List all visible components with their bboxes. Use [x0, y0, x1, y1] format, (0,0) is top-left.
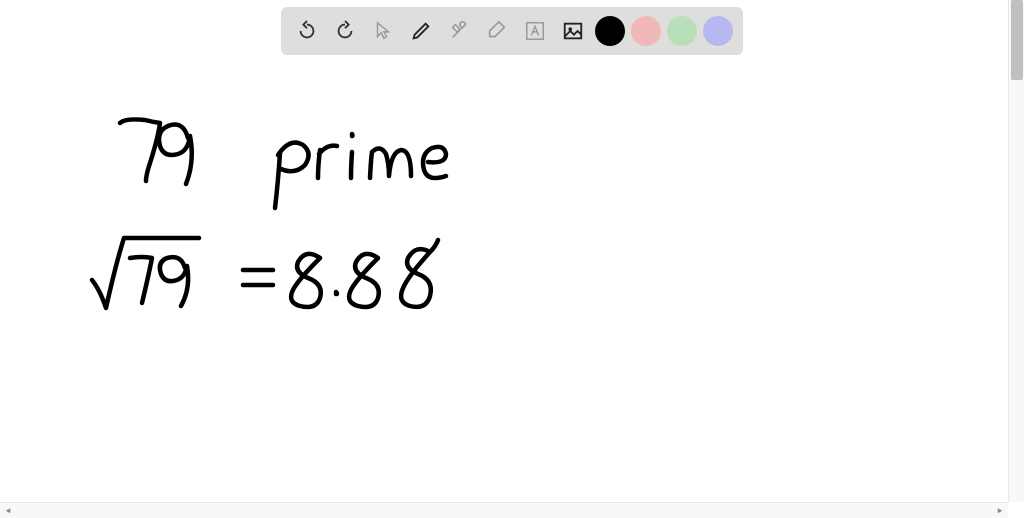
color-swatch-pink[interactable] [631, 16, 661, 46]
handwriting-layer [0, 0, 1008, 502]
horizontal-scrollbar[interactable]: ◄ ► [0, 502, 1008, 518]
color-swatch-green[interactable] [667, 16, 697, 46]
image-button[interactable] [557, 15, 589, 47]
eraser-icon [486, 20, 508, 42]
vertical-scrollbar-thumb[interactable] [1011, 0, 1023, 80]
pencil-icon [410, 20, 432, 42]
pointer-button[interactable] [367, 15, 399, 47]
drawing-canvas[interactable] [0, 0, 1008, 502]
eraser-button[interactable] [481, 15, 513, 47]
pointer-icon [372, 20, 394, 42]
color-swatch-black[interactable] [595, 16, 625, 46]
pencil-button[interactable] [405, 15, 437, 47]
undo-button[interactable] [291, 15, 323, 47]
tools-button[interactable] [443, 15, 475, 47]
image-icon [562, 20, 584, 42]
color-swatch-blue[interactable] [703, 16, 733, 46]
undo-icon [296, 20, 318, 42]
toolbar [281, 7, 743, 55]
text-icon [524, 20, 546, 42]
text-button[interactable] [519, 15, 551, 47]
vertical-scrollbar[interactable] [1008, 0, 1024, 502]
tools-icon [448, 20, 470, 42]
horizontal-scrollbar-thumb[interactable] [0, 505, 1008, 517]
scroll-right-icon[interactable]: ► [996, 506, 1004, 515]
redo-icon [334, 20, 356, 42]
redo-button[interactable] [329, 15, 361, 47]
